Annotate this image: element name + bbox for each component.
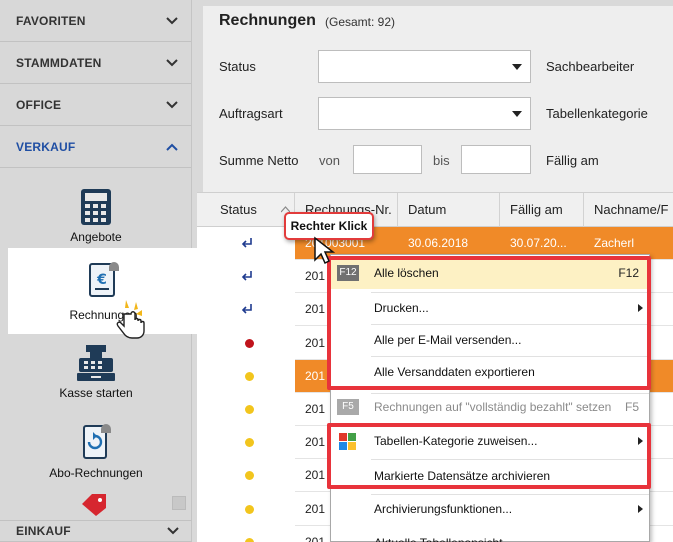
sidebar-scroll-button[interactable] bbox=[172, 496, 186, 510]
chevron-down-icon bbox=[166, 16, 178, 24]
dropdown-caret-icon bbox=[512, 64, 522, 70]
price-tag-icon bbox=[82, 494, 106, 516]
submenu-arrow-icon bbox=[638, 505, 643, 513]
column-label: Datum bbox=[408, 202, 447, 217]
sidebar-item-rechnungen[interactable]: € Rechnungen bbox=[8, 248, 199, 339]
status-cell bbox=[197, 525, 295, 542]
nav-section-office[interactable]: OFFICE bbox=[0, 84, 191, 126]
auftragsart-label: Auftragsart bbox=[219, 106, 283, 121]
faellig-am-label: Fällig am bbox=[546, 153, 599, 168]
chevron-down-icon bbox=[167, 527, 179, 535]
sidebar: FAVORITEN STAMMDATEN OFFICE VERKAUF Ange… bbox=[0, 0, 199, 542]
status-yellow-dot-icon bbox=[245, 371, 254, 381]
return-arrow-icon bbox=[241, 271, 252, 281]
nav-section-favoriten[interactable]: FAVORITEN bbox=[0, 0, 191, 42]
summe-von-input[interactable] bbox=[353, 145, 422, 174]
status-cell bbox=[197, 426, 295, 460]
column-label: Nachname/F bbox=[594, 202, 669, 217]
status-cell bbox=[197, 227, 295, 260]
status-red-dot-icon bbox=[245, 338, 254, 348]
auftragsart-select[interactable] bbox=[318, 97, 531, 130]
status-cell bbox=[197, 293, 295, 327]
menu-item-archivierungsfunktionen[interactable]: Archivierungsfunktionen... bbox=[331, 493, 651, 525]
sidebar-item-angebote[interactable]: Angebote bbox=[0, 188, 192, 244]
table-header: Status Rechnungs-Nr. Datum Fällig am Nac… bbox=[197, 192, 673, 227]
page-title: Rechnungen bbox=[219, 12, 316, 29]
sidebar-item-label: Kasse starten bbox=[59, 386, 133, 400]
annotation-box bbox=[327, 256, 651, 390]
annotation-box bbox=[327, 423, 651, 489]
status-cell bbox=[197, 326, 295, 360]
cash-register-icon bbox=[77, 345, 115, 381]
menu-item-shortcut: F5 bbox=[624, 400, 639, 414]
dropdown-caret-icon bbox=[512, 111, 522, 117]
column-datum[interactable]: Datum bbox=[398, 193, 500, 227]
status-cell bbox=[197, 459, 295, 493]
column-faellig-am[interactable]: Fällig am bbox=[500, 193, 584, 227]
von-label: von bbox=[319, 153, 340, 168]
status-select[interactable] bbox=[318, 50, 531, 83]
status-cell bbox=[197, 393, 295, 426]
chevron-down-icon bbox=[166, 58, 178, 66]
column-label: Fällig am bbox=[510, 202, 563, 217]
calculator-icon bbox=[81, 189, 111, 225]
nav-section-verkauf[interactable]: VERKAUF bbox=[0, 126, 191, 168]
nav-section-stammdaten[interactable]: STAMMDATEN bbox=[0, 42, 191, 84]
status-yellow-dot-icon bbox=[245, 537, 254, 542]
sidebar-item-abo-rechnungen[interactable]: Abo-Rechnungen bbox=[0, 422, 192, 480]
nav-section-label: OFFICE bbox=[16, 97, 62, 112]
arrow-cursor-icon bbox=[314, 236, 336, 265]
summe-bis-input[interactable] bbox=[461, 145, 531, 174]
menu-item-vollstaendig-bezahlt[interactable]: F5 Rechnungen auf "vollständig bezahlt" … bbox=[331, 391, 651, 423]
filter-panel: Rechnungen (Gesamt: 92) Status Sachbearb… bbox=[197, 0, 673, 192]
column-status[interactable]: Status bbox=[197, 193, 295, 227]
menu-item-label: Aktuelle Tabellenansicht bbox=[374, 527, 503, 542]
recurring-invoice-icon bbox=[83, 424, 111, 459]
menu-item-label: Archivierungsfunktionen... bbox=[374, 502, 513, 516]
verkauf-items: Angebote € Rechnungen Kasse starten Abo-… bbox=[0, 168, 199, 542]
return-arrow-icon bbox=[241, 238, 252, 248]
shortcut-badge: F5 bbox=[337, 399, 359, 415]
nav-section-einkauf[interactable]: EINKAUF bbox=[0, 520, 192, 542]
status-yellow-dot-icon bbox=[245, 471, 254, 481]
status-cell bbox=[197, 260, 295, 294]
status-label: Status bbox=[219, 59, 256, 74]
status-yellow-dot-icon bbox=[245, 504, 254, 514]
tabellenkategorie-label: Tabellenkategorie bbox=[546, 106, 648, 121]
return-arrow-icon bbox=[241, 304, 252, 314]
sachbearbeiter-label: Sachbearbeiter bbox=[546, 59, 635, 74]
menu-item-aktuelle-tabellenansicht[interactable]: Aktuelle Tabellenansicht bbox=[331, 527, 651, 542]
column-nachname[interactable]: Nachname/F bbox=[584, 193, 673, 227]
bis-label: bis bbox=[433, 153, 450, 168]
status-yellow-dot-icon bbox=[245, 405, 254, 414]
hand-cursor-icon bbox=[116, 300, 145, 339]
summe-netto-label: Summe Netto bbox=[219, 153, 299, 168]
chevron-up-icon bbox=[166, 143, 178, 151]
total-count: (Gesamt: 92) bbox=[325, 15, 396, 29]
status-yellow-dot-icon bbox=[245, 438, 254, 448]
svg-text:€: € bbox=[96, 272, 107, 288]
status-cell bbox=[197, 492, 295, 526]
column-label: Status bbox=[220, 202, 257, 217]
nav-section-label: STAMMDATEN bbox=[16, 55, 102, 70]
nav-section-label: EINKAUF bbox=[16, 524, 71, 538]
status-cell bbox=[197, 359, 295, 393]
sidebar-item-label: Abo-Rechnungen bbox=[49, 466, 143, 480]
menu-item-label: Rechnungen auf "vollständig bezahlt" set… bbox=[374, 400, 612, 414]
sidebar-item-label: Angebote bbox=[70, 230, 122, 244]
sidebar-item-kasse-starten[interactable]: Kasse starten bbox=[0, 344, 192, 400]
chevron-down-icon bbox=[166, 100, 178, 108]
nav-section-label: VERKAUF bbox=[16, 139, 76, 154]
nav-section-label: FAVORITEN bbox=[16, 13, 86, 28]
